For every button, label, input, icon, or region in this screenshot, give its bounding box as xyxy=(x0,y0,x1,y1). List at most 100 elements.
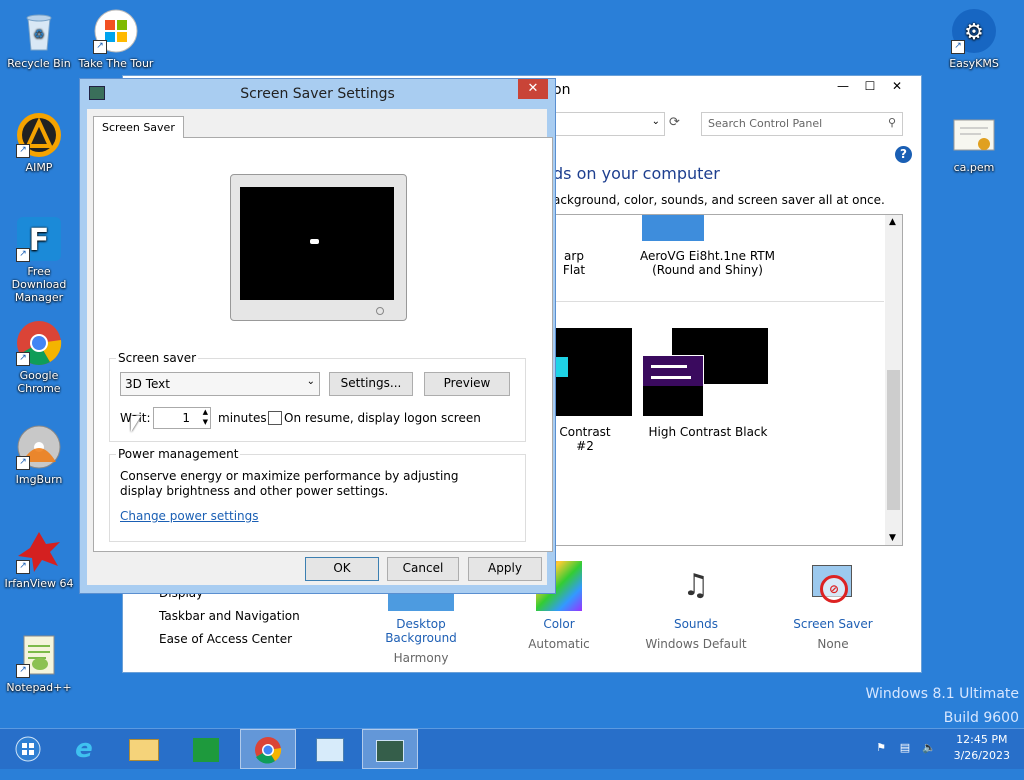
left-link-ease-of-access[interactable]: Ease of Access Center xyxy=(159,632,292,646)
preview-3d-text xyxy=(310,239,319,244)
close-button[interactable]: ✕ xyxy=(518,79,548,99)
chevron-down-icon[interactable]: ⌄ xyxy=(307,376,315,387)
theme-list[interactable]: arp Flat AeroVG Ei8ht.1ne RTM (Round and… xyxy=(553,214,903,546)
scroll-down-icon[interactable]: ▼ xyxy=(889,533,896,543)
certificate-icon xyxy=(951,112,997,158)
folder-icon[interactable] xyxy=(129,738,159,761)
windows-start-icon[interactable] xyxy=(15,736,41,762)
resume-logon-label[interactable]: On resume, display logon screen xyxy=(284,411,481,425)
wait-minutes-stepper[interactable]: 1 ▲ ▼ xyxy=(153,407,211,429)
address-bar[interactable]: ⌄ xyxy=(553,112,665,136)
dialog-title: Screen Saver Settings xyxy=(240,86,395,102)
scroll-up-icon[interactable]: ▲ xyxy=(889,217,896,227)
screen-saver-group: Screen saver 3D Text ⌄ Settings... Previ… xyxy=(109,351,526,442)
desktop-icon-notepad-plus[interactable]: ↗ Notepad++ xyxy=(0,632,78,694)
desktop-icon-label: Take The Tour xyxy=(78,57,154,70)
start-button[interactable] xyxy=(0,729,56,769)
flag-icon[interactable]: ⚑ xyxy=(874,741,888,755)
network-icon[interactable]: ▤ xyxy=(898,741,912,755)
chrome-icon[interactable] xyxy=(254,736,282,764)
search-input[interactable]: Search Control Panel ⚲ xyxy=(701,112,903,136)
item-label[interactable]: Sounds xyxy=(639,617,753,631)
minutes-label: minutes xyxy=(218,411,267,425)
cancel-button[interactable]: Cancel xyxy=(387,557,459,581)
item-label[interactable]: Color xyxy=(519,617,599,631)
change-power-settings-link[interactable]: Change power settings xyxy=(120,509,259,523)
item-label[interactable]: Screen Saver xyxy=(787,617,879,631)
chevron-down-icon[interactable]: ⌄ xyxy=(652,116,660,127)
apply-button[interactable]: Apply xyxy=(468,557,542,581)
screen-saver-item[interactable]: ⊘ Screen Saver None xyxy=(787,561,879,651)
refresh-icon[interactable]: ⟳ xyxy=(669,115,680,130)
monitor-preview xyxy=(230,174,407,321)
page-subheading: ackground, color, sounds, and screen sav… xyxy=(553,193,885,207)
spin-up-icon[interactable]: ▲ xyxy=(203,408,208,416)
scrollbar[interactable]: ▲ ▼ xyxy=(885,215,902,545)
scroll-thumb[interactable] xyxy=(887,370,900,510)
desktop-icon-free-download-manager[interactable]: F ↗ Free Download Manager xyxy=(0,216,78,304)
desktop-icon-take-the-tour[interactable]: ↗ Take The Tour xyxy=(77,8,155,70)
screen-saver-select[interactable]: 3D Text ⌄ xyxy=(120,372,320,396)
close-button[interactable]: ✕ xyxy=(883,76,911,96)
desktop-icon-recycle-bin[interactable]: ♻ Recycle Bin xyxy=(0,8,78,70)
sounds-item[interactable]: ♫ Sounds Windows Default xyxy=(639,561,753,651)
desktop-icon-imgburn[interactable]: ↗ ImgBurn xyxy=(0,424,78,486)
dialog-body: Screen Saver Screen saver 3D Text ⌄ Sett… xyxy=(87,109,553,585)
internet-explorer-icon[interactable]: e xyxy=(75,734,93,764)
desktop-icon-label: ImgBurn xyxy=(15,473,63,486)
resume-logon-checkbox[interactable] xyxy=(268,411,282,425)
taskbar-control-panel[interactable] xyxy=(302,729,358,769)
desktop-icon-label: EasyKMS xyxy=(949,57,999,70)
item-label[interactable]: Desktop Background xyxy=(359,617,483,645)
taskbar-file-explorer[interactable] xyxy=(116,729,172,769)
dialog-titlebar[interactable]: Screen Saver Settings ✕ xyxy=(80,79,555,107)
screen-saver-settings-dialog[interactable]: Screen Saver Settings ✕ Screen Saver Scr… xyxy=(79,78,556,594)
preview-button[interactable]: Preview xyxy=(424,372,510,396)
group-label: Power management xyxy=(116,447,241,461)
taskbar-screen-saver-settings[interactable] xyxy=(362,729,418,769)
help-icon[interactable]: ? xyxy=(895,146,912,163)
mouse-cursor-icon xyxy=(131,416,141,432)
control-panel-icon[interactable] xyxy=(316,737,344,762)
shortcut-arrow-icon: ↗ xyxy=(16,560,30,574)
shortcut-arrow-icon: ↗ xyxy=(16,456,30,470)
power-description: Conserve energy or maximize performance … xyxy=(120,469,459,498)
theme-label[interactable]: High Contrast Black xyxy=(638,425,778,439)
taskbar-internet-explorer[interactable]: e xyxy=(56,729,112,769)
desktop-icon-irfanview[interactable]: ↗ IrfanView 64 xyxy=(0,528,78,590)
left-link-taskbar[interactable]: Taskbar and Navigation xyxy=(159,609,300,623)
ok-button[interactable]: OK xyxy=(305,557,379,581)
desktop-icon-label: Free Download Manager xyxy=(11,265,67,304)
clock[interactable]: 12:45 PM 3/26/2023 xyxy=(954,732,1010,764)
volume-muted-icon[interactable]: 🔈 xyxy=(922,741,936,755)
search-placeholder: Search Control Panel xyxy=(708,117,823,130)
search-icon[interactable]: ⚲ xyxy=(888,116,896,129)
taskbar: e ⚑ ▤ 🔈 12:45 PM 3/26/2023 xyxy=(0,728,1024,769)
wait-value[interactable]: 1 xyxy=(182,411,190,425)
spin-down-icon[interactable]: ▼ xyxy=(203,418,208,426)
tab-screen-saver[interactable]: Screen Saver xyxy=(93,116,184,138)
desktop-icon-easykms[interactable]: ⚙ ↗ EasyKMS xyxy=(935,8,1013,70)
theme-label[interactable]: arp Flat xyxy=(554,249,594,277)
settings-button[interactable]: Settings... xyxy=(329,372,413,396)
desktop-icon-google-chrome[interactable]: ↗ Google Chrome xyxy=(0,320,78,395)
easykms-icon: ⚙ ↗ xyxy=(951,8,997,54)
theme-thumb-aerovg[interactable] xyxy=(642,215,704,241)
theme-label[interactable]: AeroVG Ei8ht.1ne RTM (Round and Shiny) xyxy=(640,249,775,277)
taskbar-chrome[interactable] xyxy=(240,729,296,769)
recycle-bin-icon: ♻ xyxy=(16,8,62,54)
item-sublabel: None xyxy=(817,637,849,651)
taskbar-store[interactable] xyxy=(178,729,234,769)
maximize-button[interactable]: ☐ xyxy=(856,76,884,96)
screen-saver-app-icon[interactable] xyxy=(376,739,404,762)
page-heading: ds on your computer xyxy=(553,164,720,183)
power-management-group: Power management Conserve energy or maxi… xyxy=(109,447,526,542)
store-icon[interactable] xyxy=(193,737,219,762)
theme-label[interactable]: Contrast #2 xyxy=(554,425,616,453)
item-sublabel: Harmony xyxy=(393,651,449,665)
select-value: 3D Text xyxy=(125,377,170,391)
minimize-button[interactable]: — xyxy=(829,76,857,96)
desktop-icon-ca-pem[interactable]: ca.pem xyxy=(935,112,1013,174)
theme-thumb-high-contrast-black-window xyxy=(642,355,704,417)
desktop-icon-aimp[interactable]: ↗ AIMP xyxy=(0,112,78,174)
